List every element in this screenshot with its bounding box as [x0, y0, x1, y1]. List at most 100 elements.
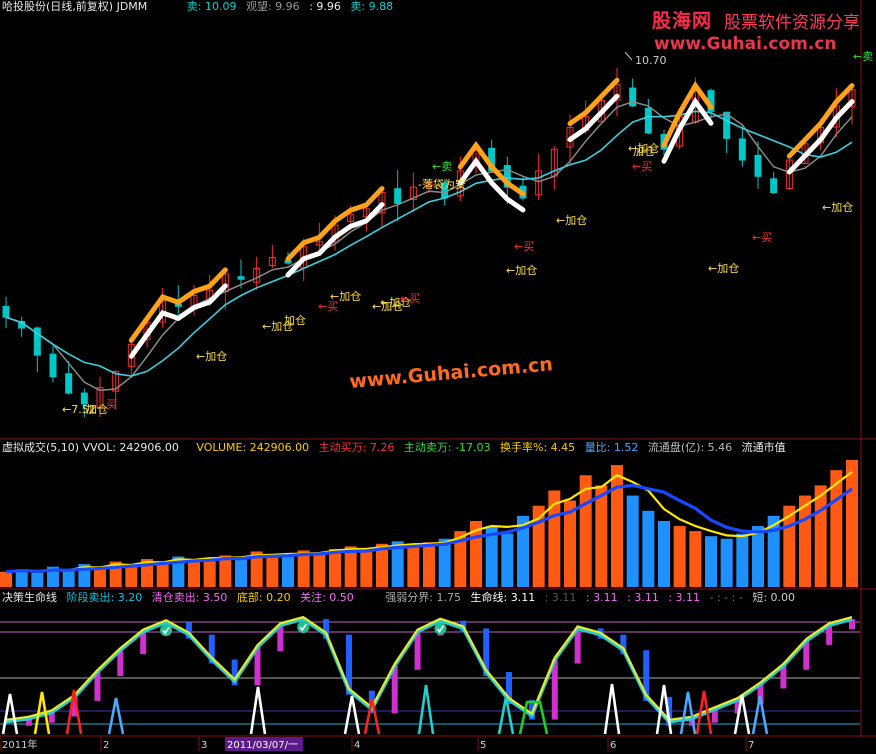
volume-bar: [736, 533, 749, 587]
trend-white-line: [285, 202, 385, 278]
annotation-label: ←加仓: [708, 261, 739, 275]
sell2-price-label: 卖: 9.88: [350, 0, 394, 13]
bottom-value: 底部: 0.20: [236, 591, 291, 604]
annotation-label: 加仓: [284, 313, 306, 327]
candle-body: [237, 276, 245, 280]
candle-body: [49, 353, 57, 378]
float-cap: 流通市值: [741, 441, 786, 454]
center-watermark: www.Guhai.com.cn: [349, 353, 554, 393]
annotation-label: -落袋为安: [418, 177, 466, 191]
volume-value: VOLUME: 242906.00: [196, 441, 310, 454]
x-axis-label: 7: [748, 740, 754, 751]
annotation-label: ←买: [632, 160, 652, 173]
candle-body: [65, 373, 73, 394]
candle-body: [394, 188, 402, 204]
lifeline-v4: : 3.11: [668, 591, 701, 604]
x-axis-label: 5: [480, 740, 486, 751]
x-axis-label: 2: [103, 740, 109, 751]
lifeline-value: 生命线: 3.11: [470, 591, 536, 604]
annotation-label: ←加仓: [556, 213, 587, 227]
volume-bar: [814, 485, 827, 587]
annotation-label: ←加仓: [506, 263, 537, 277]
signal-spike: [1, 693, 19, 735]
volume-bar: [611, 465, 623, 587]
candle-body: [2, 305, 10, 318]
volume-bar: [501, 533, 514, 587]
annotation-label: ←加仓: [822, 200, 853, 214]
volume-bar: [642, 510, 655, 587]
stage-sell: 阶段卖出: 3.20: [66, 591, 143, 604]
volume-bar: [705, 536, 717, 587]
x-axis-label: 2011/03/07/一: [227, 740, 298, 751]
volume-bar: [31, 572, 44, 587]
lifeline-header: 决策生命线 阶段卖出: 3.20 清仓卖出: 3.50 底部: 0.20 关注:…: [2, 591, 801, 605]
signal-spike: [417, 684, 435, 735]
annotation-label: 买: [106, 398, 117, 411]
volume-bar: [329, 548, 341, 587]
volume-bar: [125, 565, 138, 587]
check-marker: [434, 622, 447, 635]
annotation-label: ←加仓: [196, 349, 227, 363]
trend-white-line: [786, 99, 855, 175]
volume-bar: [62, 570, 75, 587]
ma-short-line: [5, 101, 853, 392]
volume-bar: [658, 520, 670, 587]
x-axis-label: 4: [354, 740, 360, 751]
volume-bar: [673, 526, 686, 587]
annotation-label: 加仓: [86, 402, 108, 416]
annotation-label: 加仓: [633, 144, 655, 158]
candle-body: [738, 138, 746, 161]
candle-body: [770, 178, 778, 194]
stock-chart: ←7.52 加仓买 ←加仓 ←加仓 加仓 ←加仓 ←买 ←加仓 ←加仓 ←买 ←加仓 ←买 ←加仓 ←加仓…: [0, 0, 876, 751]
volume-bar: [313, 552, 326, 587]
volume-bar: [282, 556, 294, 587]
chart-canvas[interactable]: ←7.52加仓买←加仓←加仓加仓←加仓←买 ←加仓←加仓←买←加仓←买←加仓←加仓…: [0, 0, 876, 751]
x-axis-band: [0, 737, 876, 751]
volume-bar: [752, 526, 764, 587]
x-axis-label: 6: [610, 740, 616, 751]
signal-spike: [603, 683, 621, 735]
float-shares: 流通盘(亿): 5.46: [647, 441, 733, 454]
volume-bar: [188, 560, 200, 587]
annotation-label: ←买: [752, 231, 772, 244]
active-buy: 主动买万: 7.26: [318, 441, 395, 454]
volume-bar: [720, 538, 733, 587]
volume-bar: [360, 551, 373, 587]
annotation-label: ←买: [400, 292, 420, 305]
volume-header: 虚拟成交(5,10) VVOL: 242906.00 VOLUME: 24290…: [2, 441, 792, 455]
volume-bar: [235, 559, 247, 587]
signal-spike: [751, 695, 769, 735]
annotation-label: ←卖: [432, 160, 452, 173]
chart-title: 哈投股份(日线,前复权) JDMM: [2, 0, 148, 13]
lifeline-v1: : 3.11: [544, 591, 577, 604]
volume-bar: [0, 571, 12, 587]
signal-spike: [343, 695, 361, 735]
high-price-pointer: [624, 51, 633, 61]
watermark-tagline: 股票软件资源分享: [724, 13, 860, 33]
volume-bar: [689, 531, 702, 587]
volume-bars-group: [0, 460, 858, 587]
watch-value: 关注: 0.50: [300, 591, 354, 604]
volume-bar: [595, 485, 608, 587]
watermark-url: www.Guhai.com.cn: [654, 34, 837, 54]
check-marker: [160, 624, 173, 637]
watermark-logo-text: 股海网: [652, 10, 713, 32]
volume-bar: [626, 495, 639, 587]
strength-value: 强弱分界: 1.75: [385, 591, 462, 604]
annotation-label: ←买: [514, 240, 534, 253]
candle-body: [754, 154, 762, 177]
main-header: 哈投股份(日线,前复权) JDMM 卖: 10.09 观望: 9.96 : 9.…: [2, 0, 399, 14]
volume-bar: [266, 553, 279, 587]
watermark-logo: 股海网 股票软件资源分享 www.Guhai.com.cn: [650, 4, 874, 56]
volume-bar: [846, 460, 858, 587]
check-marker: [297, 621, 310, 634]
turnover-rate: 换手率%: 4.45: [500, 441, 576, 454]
volume-ratio: 量比: 1.52: [584, 441, 639, 454]
watch-label: 观望: 9.96: [245, 0, 300, 13]
signal-spike: [679, 691, 697, 735]
lifeline-dashes: - : - : -: [709, 591, 743, 604]
lifeline-v3: : 3.11: [627, 591, 659, 604]
lifeline-title: 决策生命线: [2, 591, 57, 604]
mid-price-label: : 9.96: [309, 0, 341, 13]
volume-bar: [423, 542, 435, 587]
